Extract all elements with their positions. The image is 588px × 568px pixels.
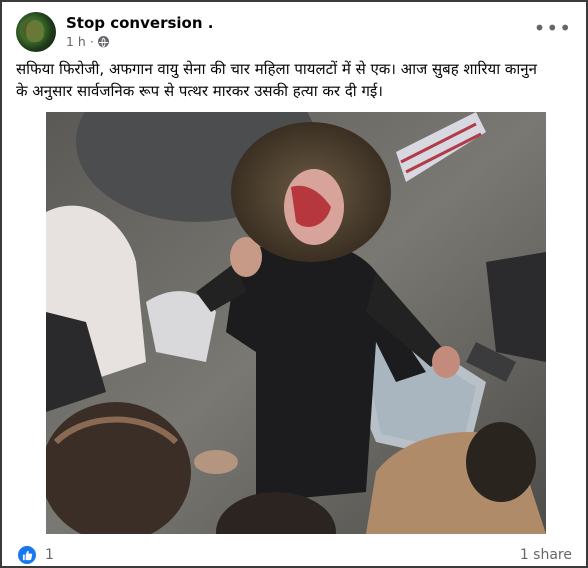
like-reaction-icon[interactable] (18, 546, 36, 564)
post-time[interactable]: 1 h · (66, 34, 94, 49)
caption-line-2: के अनुसार सार्वजनिक रूप से पत्थर मारकर उ… (16, 82, 383, 100)
post-card: Stop conversion . 1 h · ••• सफिया फिरोजी… (0, 0, 588, 568)
post-photo[interactable] (46, 112, 546, 534)
globe-icon (97, 36, 109, 48)
author-name[interactable]: Stop conversion . (66, 14, 213, 32)
share-count[interactable]: 1 share (520, 547, 572, 563)
more-options-icon[interactable]: ••• (534, 18, 572, 38)
caption-line-1: सफिया फिरोजी, अफगान वायु सेना की चार महि… (16, 60, 537, 78)
post-meta: 1 h · (66, 34, 109, 49)
post-footer: 1 1 share (18, 544, 572, 566)
avatar[interactable] (16, 12, 56, 52)
reaction-count[interactable]: 1 (45, 547, 54, 563)
photo-image (46, 112, 546, 534)
post-caption: सफिया फिरोजी, अफगान वायु सेना की चार महि… (16, 58, 574, 102)
post-header: Stop conversion . 1 h · ••• (16, 12, 576, 56)
